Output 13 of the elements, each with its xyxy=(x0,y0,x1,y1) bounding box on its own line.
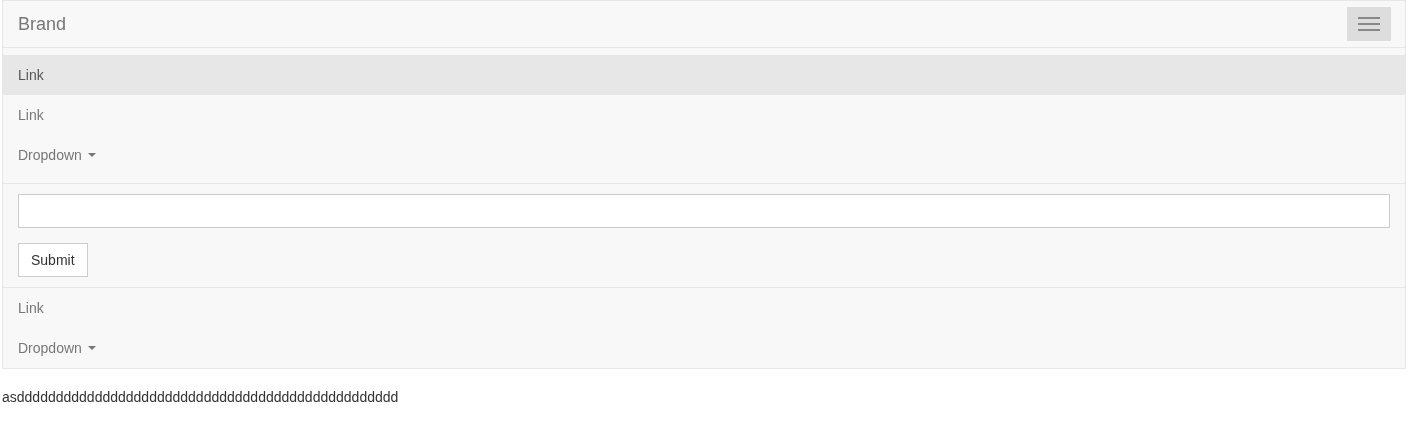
caret-icon xyxy=(87,153,96,157)
nav-link[interactable]: Link xyxy=(3,95,1405,135)
submit-button[interactable]: Submit xyxy=(18,243,88,277)
body-text: asddddddddddddddddddddddddddddddddddddddddddddddddd xyxy=(2,389,400,405)
nav-link[interactable]: Link xyxy=(3,288,1405,328)
caret-icon xyxy=(87,346,96,350)
dropdown-toggle[interactable]: Dropdown xyxy=(3,328,1405,368)
brand-link[interactable]: Brand xyxy=(18,13,67,35)
menu-toggle-button[interactable] xyxy=(1347,7,1391,41)
menu-icon xyxy=(1358,17,1380,31)
search-field[interactable] xyxy=(18,194,1390,228)
dropdown-toggle[interactable]: Dropdown xyxy=(3,135,1405,175)
nav-link[interactable]: Link xyxy=(3,55,1405,95)
